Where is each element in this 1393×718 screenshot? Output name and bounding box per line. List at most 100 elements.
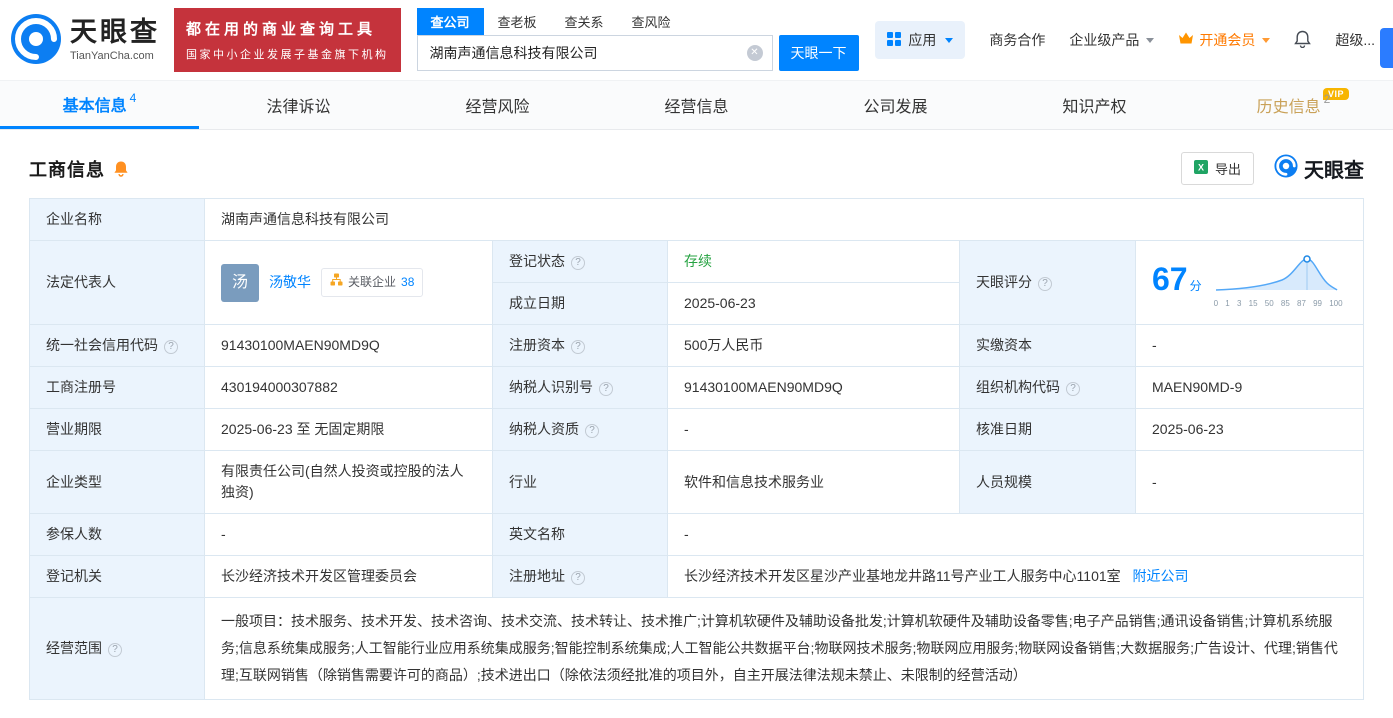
field-label: 经营范围 <box>46 640 102 656</box>
nav-enterprise-products[interactable]: 企业级产品 <box>1069 30 1155 50</box>
field-label: 工商注册号 <box>46 379 116 395</box>
search-tab-risk[interactable]: 查风险 <box>618 8 685 35</box>
clear-search-icon[interactable]: ✕ <box>746 44 763 61</box>
table-row: 登记机关 长沙经济技术开发区管理委员会 注册地址 长沙经济技术开发区星沙产业基地… <box>29 555 1364 598</box>
label-taxpayer-id: 纳税人识别号 <box>492 366 668 409</box>
tab-label: 经营风险 <box>465 99 530 116</box>
help-icon[interactable] <box>1038 277 1052 291</box>
excel-icon: X <box>1193 160 1208 177</box>
tab-intellectual-property[interactable]: 知识产权 <box>995 81 1194 129</box>
slogan-line2: 国家中小企业发展子基金旗下机构 <box>186 49 389 61</box>
tab-company-development[interactable]: 公司发展 <box>796 81 995 129</box>
score-number: 67 分 <box>1152 263 1202 297</box>
label-registered-capital: 注册资本 <box>492 324 668 367</box>
tab-basic-info[interactable]: 基本信息 4 <box>0 81 199 129</box>
search-block: 查公司 查老板 查关系 查风险 ✕ 天眼一下 <box>416 7 863 71</box>
user-menu[interactable]: 超级... <box>1335 30 1375 50</box>
label-legal-representative: 法定代表人 <box>29 240 205 325</box>
value-registration-authority: 长沙经济技术开发区管理委员会 <box>204 555 493 598</box>
section-header: 工商信息 X 导出 天眼查 <box>29 152 1364 185</box>
chevron-down-icon <box>1146 37 1155 43</box>
subscribe-bell-icon[interactable] <box>113 160 129 177</box>
export-label: 导出 <box>1214 162 1241 177</box>
value-tianyan-score: 67 分 0 1 3 15 50 85 87 99 100 <box>1135 240 1364 325</box>
value-company-type: 有限责任公司(自然人投资或控股的法人独资) <box>204 450 493 514</box>
help-icon[interactable] <box>1066 382 1080 396</box>
tianyancha-logo[interactable]: 天眼查 TianYanCha.com <box>10 13 160 68</box>
chevron-down-icon <box>945 37 954 43</box>
score-unit: 分 <box>1189 278 1202 293</box>
legal-rep-name-link[interactable]: 汤敬华 <box>269 272 311 293</box>
enterprise-label: 企业级产品 <box>1069 32 1140 48</box>
header-nav: 应用 商务合作 企业级产品 开通会员 超级... <box>875 21 1375 59</box>
apps-menu[interactable]: 应用 <box>875 21 966 59</box>
field-value: - <box>684 421 689 437</box>
value-registered-capital: 500万人民币 <box>667 324 960 367</box>
help-icon[interactable] <box>164 340 178 354</box>
score-value: 67 <box>1152 260 1188 297</box>
tab-legal-proceedings[interactable]: 法律诉讼 <box>199 81 398 129</box>
table-row: 参保人数 - 英文名称 - <box>29 513 1364 556</box>
tab-operating-risk[interactable]: 经营风险 <box>398 81 597 129</box>
field-value: 500万人民币 <box>684 337 764 353</box>
field-value: MAEN90MD-9 <box>1152 379 1243 395</box>
help-icon[interactable] <box>585 424 599 438</box>
brand-domain: TianYanCha.com <box>70 49 154 62</box>
slogan-banner: 都在用的商业查询工具 国家中小企业发展子基金旗下机构 <box>174 8 401 72</box>
label-taxpayer-quality: 纳税人资质 <box>492 408 668 451</box>
field-label: 营业期限 <box>46 421 102 437</box>
export-button[interactable]: X 导出 <box>1180 152 1254 185</box>
related-companies-tag[interactable]: 关联企业 38 <box>321 268 424 297</box>
label-business-term: 营业期限 <box>29 408 205 451</box>
label-industry: 行业 <box>492 450 668 514</box>
value-credit-code: 91430100MAEN90MD9Q <box>204 324 493 367</box>
nav-open-vip[interactable]: 开通会员 <box>1178 30 1271 50</box>
help-icon[interactable] <box>108 643 122 657</box>
tab-label: 经营信息 <box>664 99 729 116</box>
tab-label: 公司发展 <box>863 99 928 116</box>
field-value: 91430100MAEN90MD9Q <box>221 337 380 353</box>
tianyancha-logo-icon <box>1274 153 1298 184</box>
legal-rep-avatar[interactable]: 汤 <box>221 263 259 302</box>
top-header: 天眼查 TianYanCha.com 都在用的商业查询工具 国家中小企业发展子基… <box>0 0 1393 80</box>
table-row: 企业类型 有限责任公司(自然人投资或控股的法人独资) 行业 软件和信息技术服务业… <box>29 450 1364 514</box>
help-icon[interactable] <box>571 256 585 270</box>
value-registered-address: 长沙经济技术开发区星沙产业基地龙井路11号产业工人服务中心1101室 附近公司 <box>667 555 1364 598</box>
value-company-name: 湖南声通信息科技有限公司 <box>204 198 1364 241</box>
crown-icon <box>1178 32 1194 48</box>
field-label: 成立日期 <box>509 295 565 311</box>
value-business-scope: 一般项目：技术服务、技术开发、技术咨询、技术交流、技术转让、技术推广;计算机软硬… <box>204 597 1364 700</box>
tab-label: 法律诉讼 <box>266 99 331 116</box>
field-label: 人员规模 <box>976 473 1032 490</box>
chevron-down-icon <box>1262 37 1271 43</box>
help-icon[interactable] <box>571 571 585 585</box>
table-row: 统一社会信用代码 91430100MAEN90MD9Q 注册资本 500万人民币… <box>29 324 1364 367</box>
label-staff-size: 人员规模 <box>959 450 1136 514</box>
search-button[interactable]: 天眼一下 <box>778 34 859 71</box>
tab-business-info[interactable]: 经营信息 <box>597 81 796 129</box>
search-tab-company[interactable]: 查公司 <box>416 7 484 35</box>
search-tab-boss[interactable]: 查老板 <box>484 8 551 35</box>
notifications-button[interactable] <box>1294 30 1312 51</box>
value-registration-number: 430194000307882 <box>204 366 493 409</box>
label-paid-capital: 实缴资本 <box>959 324 1136 367</box>
score-axis-labels: 0 1 3 15 50 85 87 99 100 <box>1213 298 1343 308</box>
help-icon[interactable] <box>599 382 613 396</box>
field-label: 组织机构代码 <box>976 379 1060 395</box>
nearby-companies-link[interactable]: 附近公司 <box>1133 568 1189 584</box>
value-business-term: 2025-06-23 至 无固定期限 <box>204 408 493 451</box>
field-value: 长沙经济技术开发区管理委员会 <box>221 568 417 584</box>
help-icon[interactable] <box>571 340 585 354</box>
field-value: 2025-06-23 <box>684 295 756 311</box>
label-insured-count: 参保人数 <box>29 513 205 556</box>
field-label: 登记状态 <box>509 253 565 269</box>
side-float-widget[interactable] <box>1380 28 1393 68</box>
table-row: 法定代表人 汤 汤敬华 关联企业 38 登记状态? 存续 天眼评分? 67 分 … <box>29 240 1364 325</box>
tab-history-info[interactable]: VIP 历史信息 2 <box>1194 81 1393 129</box>
search-input[interactable] <box>416 34 773 71</box>
label-registration-authority: 登记机关 <box>29 555 205 598</box>
nav-business-cooperation[interactable]: 商务合作 <box>989 30 1045 50</box>
value-industry: 软件和信息技术服务业 <box>667 450 960 514</box>
field-label: 行业 <box>509 473 537 490</box>
search-tab-relation[interactable]: 查关系 <box>551 8 618 35</box>
